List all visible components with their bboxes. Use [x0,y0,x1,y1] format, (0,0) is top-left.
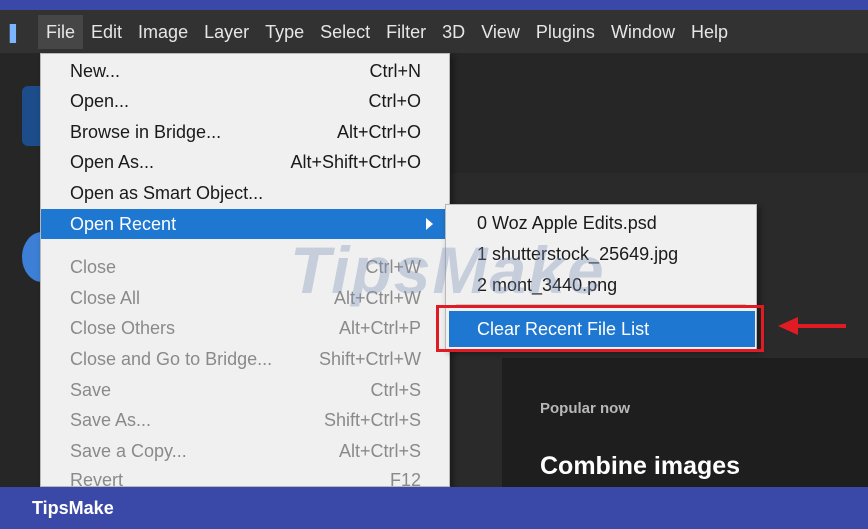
top-border [0,0,868,10]
annotation-arrow-icon [778,317,846,335]
menu-item-label: Open As... [70,151,155,172]
menu-item-save-a-copy[interactable]: Save a Copy... Alt+Ctrl+S [41,436,449,466]
menu-3d[interactable]: 3D [434,15,473,49]
menu-item-shortcut: Alt+Ctrl+S [338,440,421,461]
menu-item-label: Open Recent [70,213,177,234]
annotation-highlight-box [436,305,764,352]
menu-item-shortcut: Shift+Ctrl+W [318,348,421,369]
menu-item-shortcut: Alt+Ctrl+P [338,317,421,338]
feature-title[interactable]: Combine images [540,452,740,481]
menu-item-label: Open as Smart Object... [70,182,264,203]
menu-item-label: Open... [70,90,130,111]
menu-item-label: Save [70,379,112,400]
menu-bar: ▌ File Edit Image Layer Type Select Filt… [0,10,868,53]
menu-item-save[interactable]: Save Ctrl+S [41,375,449,405]
menu-edit[interactable]: Edit [83,15,130,49]
menu-item-label: Close [70,256,117,277]
menu-item-open[interactable]: Open... Ctrl+O [41,86,449,116]
menu-image[interactable]: Image [130,15,196,49]
menu-item-label: Close and Go to Bridge... [70,348,273,369]
watermark-logo: TipsMake [290,233,606,307]
menu-item-save-as[interactable]: Save As... Shift+Ctrl+S [41,405,449,435]
menu-layer[interactable]: Layer [196,15,257,49]
menu-item-label: Close Others [70,317,176,338]
photoshop-window: ▌ File Edit Image Layer Type Select Filt… [0,0,868,487]
menu-item-label: Revert [70,469,124,488]
menu-window[interactable]: Window [603,15,683,49]
menu-item-shortcut: Ctrl+N [369,60,421,81]
footer-bar [0,487,868,529]
menu-help[interactable]: Help [683,15,736,49]
menu-item-shortcut: Alt+Ctrl+O [336,121,421,142]
menu-item-close-and-go-to-bridge[interactable]: Close and Go to Bridge... Shift+Ctrl+W [41,344,449,374]
menu-item-shortcut: Ctrl+O [368,90,421,111]
menu-item-new[interactable]: New... Ctrl+N [41,56,449,86]
menu-item-label: Save a Copy... [70,440,187,461]
menu-item-shortcut: Shift+Ctrl+S [323,409,421,430]
menu-file[interactable]: File [38,14,84,49]
menu-item-label: New... [70,60,121,81]
menu-item-shortcut: F12 [389,469,421,488]
menu-item-close-others[interactable]: Close Others Alt+Ctrl+P [41,313,449,343]
menu-item-label: Browse in Bridge... [70,121,222,142]
menu-plugins[interactable]: Plugins [528,15,603,49]
popular-now-label: Popular now [540,400,630,417]
menu-item-label: Close All [70,287,141,308]
home-header-area [450,53,868,173]
submenu-arrow-icon [426,218,433,230]
menu-view[interactable]: View [473,15,528,49]
menu-item-label: Save As... [70,409,152,430]
menu-item-shortcut: Ctrl+S [370,379,421,400]
menu-item-open-as-smart-object[interactable]: Open as Smart Object... [41,178,449,208]
menu-item-browse-in-bridge[interactable]: Browse in Bridge... Alt+Ctrl+O [41,117,449,147]
menu-filter[interactable]: Filter [378,15,434,49]
footer-brand: TipsMake [32,498,114,518]
menu-select[interactable]: Select [312,15,378,49]
app-logo-icon: ▌ [10,24,23,43]
menu-type[interactable]: Type [257,15,312,49]
menu-item-revert[interactable]: Revert F12 [41,465,449,488]
menu-item-shortcut: Alt+Shift+Ctrl+O [290,151,421,172]
menu-item-open-as[interactable]: Open As... Alt+Shift+Ctrl+O [41,147,449,177]
